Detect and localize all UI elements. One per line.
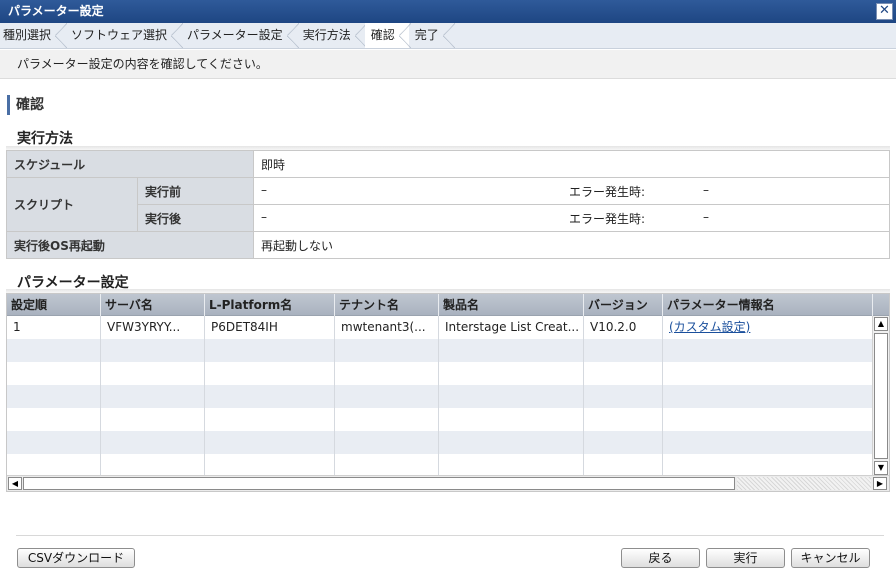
reboot-value: 再起動しない — [253, 231, 890, 259]
grid-body: 1 VFW3YRYY... P6DET84IH mwtenant3(... In… — [7, 316, 873, 477]
pre-script-label: 実行前 — [136, 177, 255, 205]
post-error-label: エラー発生時: — [569, 211, 646, 226]
col-order[interactable]: 設定順 — [7, 294, 101, 316]
schedule-label: スケジュール — [5, 150, 255, 178]
close-icon[interactable]: ✕ — [876, 3, 893, 20]
custom-settings-link[interactable]: (カスタム設定) — [669, 320, 750, 334]
empty-row — [7, 431, 873, 454]
step-parameter-settings: パラメーター設定 — [181, 23, 299, 48]
reboot-label: 実行後OS再起動 — [5, 231, 255, 259]
horizontal-scroll-thumb[interactable] — [23, 477, 735, 490]
col-lplatform-name[interactable]: L-Platform名 — [205, 294, 335, 316]
post-error-value: – — [703, 209, 710, 224]
scroll-left-icon[interactable]: ◀ — [8, 477, 22, 490]
table-row[interactable]: 1 VFW3YRYY... P6DET84IH mwtenant3(... In… — [7, 316, 873, 339]
wizard-steps: 種別選択 ソフトウェア選択 パラメーター設定 実行方法 確認 完了 — [0, 23, 896, 49]
grid-header-row: 設定順 サーバ名 L-Platform名 テナント名 製品名 バージョン パラメ… — [7, 294, 889, 316]
empty-row — [7, 362, 873, 385]
execution-table: スケジュール 即時 スクリプト 実行前 – エラー発生時: – 実行後 – エラ… — [5, 150, 890, 259]
col-product-name[interactable]: 製品名 — [439, 294, 584, 316]
scroll-up-icon[interactable]: ▲ — [874, 317, 888, 331]
dialog-titlebar: パラメーター設定 ✕ — [0, 0, 896, 23]
cell-version: V10.2.0 — [584, 316, 663, 339]
back-button[interactable]: 戻る — [621, 548, 700, 568]
empty-row — [7, 339, 873, 362]
horizontal-scrollbar[interactable]: ◀ ▶ — [7, 475, 889, 491]
scroll-down-icon[interactable]: ▼ — [874, 461, 888, 475]
schedule-value: 即時 — [253, 150, 890, 178]
post-script-value: – — [261, 209, 268, 224]
header-corner — [873, 294, 889, 316]
pre-script-cell: – エラー発生時: – — [253, 177, 890, 205]
empty-row — [7, 385, 873, 408]
pre-script-value: – — [261, 182, 268, 197]
dialog-title: パラメーター設定 — [8, 4, 104, 18]
col-parameter-info-name[interactable]: パラメーター情報名 — [663, 294, 873, 316]
step-type-select: 種別選択 — [0, 23, 68, 48]
col-server-name[interactable]: サーバ名 — [101, 294, 205, 316]
empty-row — [7, 408, 873, 431]
script-label: スクリプト — [6, 177, 138, 232]
cell-product-name: Interstage List Creat... — [439, 316, 584, 339]
cancel-button[interactable]: キャンセル — [791, 548, 870, 568]
step-confirm: 確認 — [364, 23, 411, 48]
csv-download-button[interactable]: CSVダウンロード — [17, 548, 135, 568]
step-execution-method: 実行方法 — [297, 23, 367, 48]
horizontal-scroll-track[interactable] — [737, 477, 871, 490]
pre-error-value: – — [703, 182, 710, 197]
vertical-scroll-thumb[interactable] — [874, 333, 888, 459]
execute-button[interactable]: 実行 — [706, 548, 785, 568]
scroll-right-icon[interactable]: ▶ — [873, 477, 887, 490]
execution-heading: 実行方法 — [17, 131, 73, 147]
cell-server-name: VFW3YRYY... — [101, 316, 205, 339]
instruction-text: パラメーター設定の内容を確認してください。 — [0, 50, 896, 79]
col-version[interactable]: バージョン — [584, 294, 663, 316]
post-script-label: 実行後 — [136, 204, 255, 232]
parameters-grid: 設定順 サーバ名 L-Platform名 テナント名 製品名 バージョン パラメ… — [6, 293, 890, 492]
step-complete: 完了 — [409, 23, 455, 48]
empty-row — [7, 454, 873, 477]
col-tenant-name[interactable]: テナント名 — [335, 294, 439, 316]
cell-parameter-info-name: (カスタム設定) — [663, 316, 873, 339]
post-script-cell: – エラー発生時: – — [253, 204, 890, 232]
step-software-select: ソフトウェア選択 — [65, 23, 184, 48]
cell-tenant-name: mwtenant3(... — [335, 316, 439, 339]
vertical-scrollbar[interactable]: ▲ ▼ — [872, 316, 889, 476]
footer-divider — [16, 535, 884, 536]
cell-lplatform-name: P6DET84IH — [205, 316, 335, 339]
section-title: 確認 — [7, 95, 44, 115]
cell-order: 1 — [7, 316, 101, 339]
pre-error-label: エラー発生時: — [569, 184, 646, 199]
